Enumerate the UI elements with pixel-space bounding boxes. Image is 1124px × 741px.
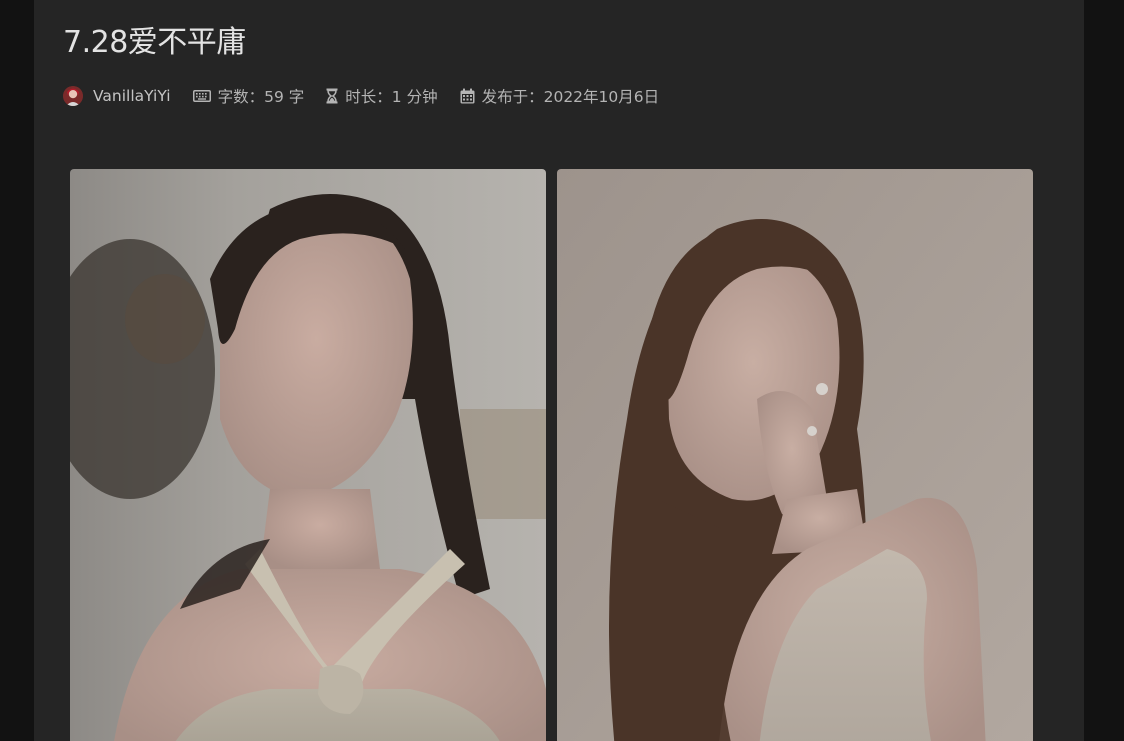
- published-label: 发布于：: [481, 88, 544, 106]
- meta-word-count: 字数： 59 字: [192, 85, 305, 107]
- photo-left[interactable]: [70, 169, 546, 741]
- calendar-icon: [460, 88, 475, 104]
- hourglass-icon: [326, 88, 338, 104]
- post-title: 7.28爱不平庸: [63, 25, 246, 60]
- reading-time-label: 时长：: [345, 88, 392, 106]
- avatar[interactable]: [63, 86, 83, 106]
- word-count-label: 字数：: [217, 88, 265, 106]
- post-container: 7.28爱不平庸 VanillaYiYi 字数： 59 字 时长： 1 分钟 发…: [34, 0, 1084, 741]
- photo-gallery: [70, 169, 1033, 741]
- meta-reading-time: 时长： 1 分钟: [326, 85, 438, 107]
- meta-author[interactable]: VanillaYiYi: [63, 86, 171, 106]
- reading-time-value: 1 分钟: [391, 88, 438, 106]
- photo-right[interactable]: [557, 169, 1033, 741]
- published-value: 2022年10月6日: [543, 88, 660, 106]
- keyboard-icon: [192, 90, 211, 102]
- author-name[interactable]: VanillaYiYi: [93, 87, 171, 105]
- word-count-value: 59 字: [264, 88, 305, 106]
- meta-published: 发布于： 2022年10月6日: [460, 85, 660, 107]
- post-meta: VanillaYiYi 字数： 59 字 时长： 1 分钟 发布于： 2022年…: [63, 82, 681, 110]
